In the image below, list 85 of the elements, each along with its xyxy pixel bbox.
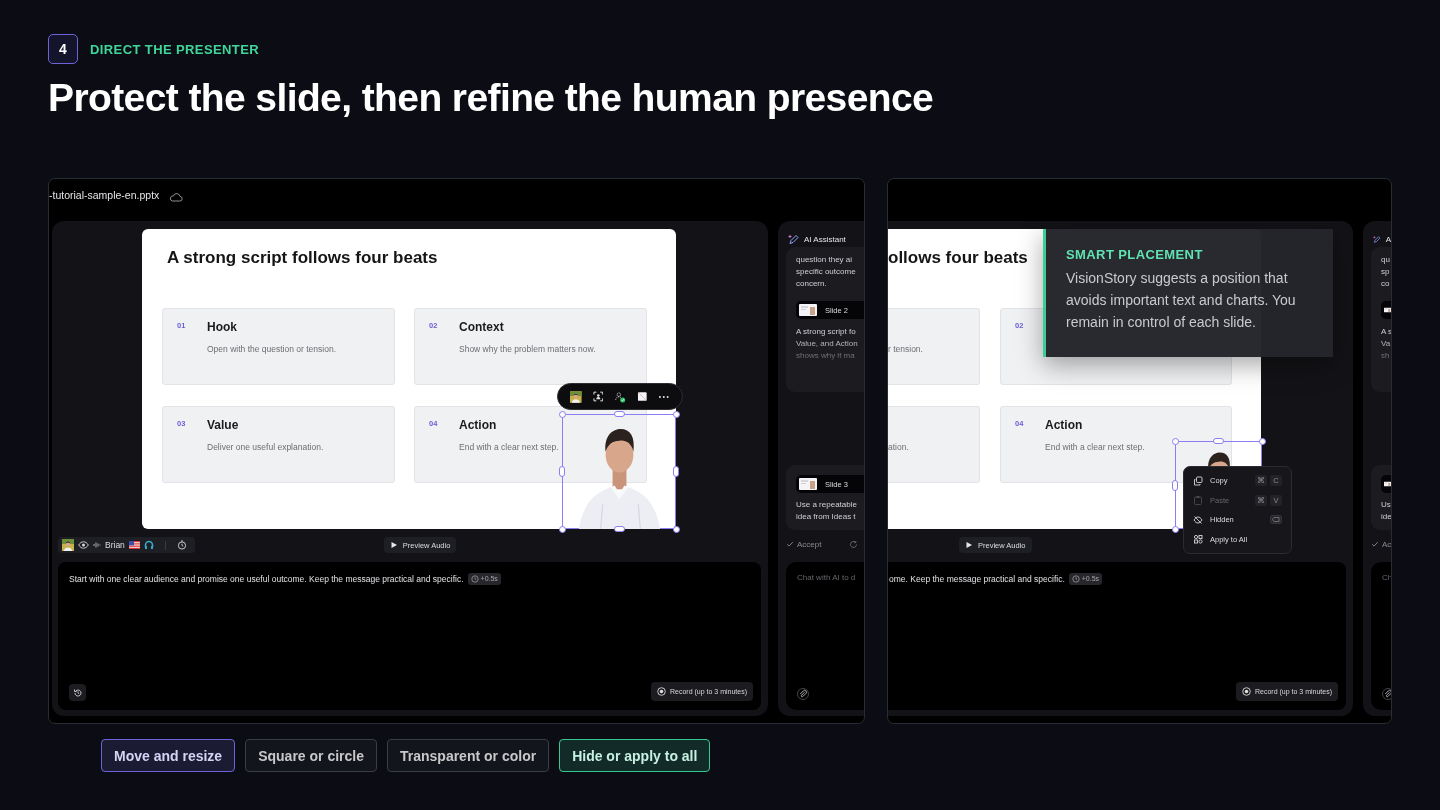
slide-title: ollows four beats <box>888 248 1028 268</box>
slide-heading: Protect the slide, then refine the human presence <box>48 75 935 121</box>
feature-chip: Hide or apply to all <box>559 739 711 772</box>
history-button[interactable] <box>69 684 86 701</box>
copy-icon <box>1193 475 1203 486</box>
magic-pen-icon <box>788 234 799 245</box>
card-title: Action <box>1045 418 1083 433</box>
check-icon <box>786 540 794 548</box>
clipboard-icon <box>1193 495 1203 506</box>
resize-handle[interactable] <box>1172 479 1178 491</box>
resize-handle[interactable] <box>673 466 679 477</box>
resize-handle[interactable] <box>558 410 566 418</box>
resize-handle[interactable] <box>672 410 680 418</box>
message-text: A strong script fo Value, and Action shows why it ma <box>796 326 858 362</box>
magic-pen-icon <box>1373 234 1381 245</box>
eye-icon[interactable] <box>78 541 89 549</box>
resize-handle[interactable] <box>613 526 625 532</box>
slide-reference[interactable] <box>1381 475 1391 493</box>
message-text: qu sp co <box>1381 254 1390 290</box>
accept-button[interactable]: Accept <box>786 539 822 549</box>
refresh-icon[interactable] <box>849 539 859 549</box>
card-text: r tension. <box>888 344 923 355</box>
check-icon <box>1371 540 1379 548</box>
history-icon <box>72 687 83 698</box>
more-icon[interactable] <box>658 394 671 399</box>
feature-chip: Transparent or color <box>387 739 550 772</box>
flag-icon <box>128 541 140 549</box>
feature-chip: Square or circle <box>245 739 377 772</box>
panel-title: AI Assistant <box>804 235 846 244</box>
resize-handle[interactable] <box>1171 437 1179 445</box>
resize-handle[interactable] <box>1213 438 1224 444</box>
person-check-icon[interactable] <box>614 390 626 403</box>
feature-chip: Move and resize <box>101 739 236 772</box>
play-icon <box>965 541 973 549</box>
tooltip-text: VisionStory suggests a position that avoids important text and charts. You remain in control of each slide. <box>1066 269 1297 332</box>
script-text: Start with one clear audience and promise one useful outcome. Keep the message practical and specific. <box>69 573 464 585</box>
attach-icon[interactable] <box>797 688 809 700</box>
message-text: Us ide <box>1381 499 1391 523</box>
slide-title: A strong script follows four beats <box>167 248 438 268</box>
shapes-icon <box>1193 534 1203 545</box>
message-text: Use a repeatable idea from Ideas t <box>796 499 857 523</box>
script-text: ome. Keep the message practical and specific. <box>889 573 1065 585</box>
step-badge: 4 <box>48 34 78 64</box>
backspace-key-icon <box>1270 515 1282 525</box>
square-slash-icon[interactable] <box>636 391 648 402</box>
file-name: -tutorial-sample-en.pptx <box>49 189 160 201</box>
card-text: End with a clear next step. <box>1045 442 1145 453</box>
message-text: question they ai specific outcome concern. <box>796 254 856 290</box>
card-text: Deliver one useful explanation. <box>207 442 324 453</box>
resize-handle[interactable] <box>613 411 625 417</box>
resize-handle[interactable] <box>558 525 566 533</box>
play-icon <box>389 541 398 549</box>
headset-icon <box>143 540 154 550</box>
panel-title: A <box>1385 235 1391 244</box>
waveform-icon <box>93 541 101 549</box>
presenter-name: Brian <box>105 540 125 550</box>
accept-button[interactable]: Ac <box>1371 539 1391 549</box>
resize-handle[interactable] <box>1171 525 1179 533</box>
chat-input[interactable]: Ch <box>1371 562 1391 710</box>
tooltip-title: SMART PLACEMENT <box>1066 246 1203 264</box>
slide-thumbnail <box>799 304 817 316</box>
cloud-icon <box>169 191 184 203</box>
timer-icon[interactable] <box>176 540 187 550</box>
attach-icon[interactable] <box>1382 688 1391 700</box>
card-title: Value <box>207 418 239 433</box>
card-title: Hook <box>207 320 237 335</box>
slide-thumbnail <box>799 478 817 490</box>
card-title: Action <box>459 418 497 433</box>
card-text: Open with the question or tension. <box>207 344 336 355</box>
eye-slash-icon <box>1193 514 1203 525</box>
person-frame-icon[interactable] <box>592 391 604 402</box>
record-icon <box>656 687 666 696</box>
resize-handle[interactable] <box>672 525 680 533</box>
card-text: Show why the problem matters now. <box>459 344 596 355</box>
resize-handle[interactable] <box>1258 437 1266 445</box>
chat-input[interactable]: Chat with AI to d <box>786 562 864 710</box>
record-icon <box>1241 687 1251 696</box>
card-text: End with a clear next step. <box>459 442 559 453</box>
card-text: ation. <box>888 442 909 453</box>
clock-icon <box>1071 575 1080 583</box>
eyebrow-label: DIRECT THE PRESENTER <box>90 41 260 57</box>
resize-handle[interactable] <box>559 466 565 477</box>
clock-icon <box>470 575 479 583</box>
slide-reference[interactable] <box>1381 301 1391 319</box>
card-title: Context <box>459 320 504 335</box>
